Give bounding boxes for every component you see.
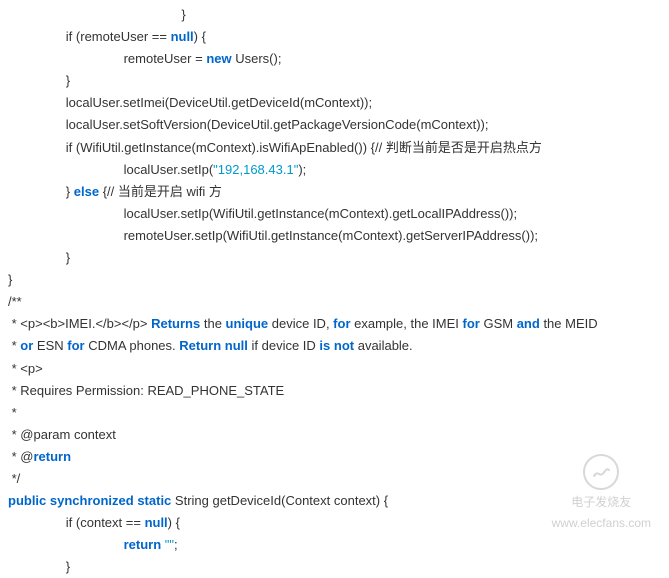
watermark-logo-icon [583,454,619,490]
code-line: } [8,556,661,578]
code-line: * [8,402,661,424]
code-line: } [8,70,661,92]
code-line: * or ESN for CDMA phones. Return null if… [8,335,661,357]
code-line: remoteUser = new Users(); [8,48,661,70]
code-line: } else {// 当前是开启 wifi 方 [8,181,661,203]
code-line: if (remoteUser == null) { [8,26,661,48]
code-line: localUser.setSoftVersion(DeviceUtil.getP… [8,114,661,136]
code-line: } [8,247,661,269]
watermark-url: www.elecfans.com [552,513,651,533]
code-line: localUser.setIp(WifiUtil.getInstance(mCo… [8,203,661,225]
code-line: return ""; [8,534,661,556]
code-line: * <p><b>IMEI.</b></p> Returns the unique… [8,313,661,335]
code-line: if (WifiUtil.getInstance(mContext).isWif… [8,137,661,159]
code-line: /** [8,291,661,313]
code-line: localUser.setIp("192,168.43.1"); [8,159,661,181]
code-line: remoteUser.setIp(WifiUtil.getInstance(mC… [8,225,661,247]
code-line: * Requires Permission: READ_PHONE_STATE [8,380,661,402]
watermark-site: 电子发烧友 [552,492,651,512]
watermark: 电子发烧友 www.elecfans.com [552,454,651,533]
code-line: } [8,4,661,26]
code-line: localUser.setImei(DeviceUtil.getDeviceId… [8,92,661,114]
code-line: } [8,269,661,291]
code-line: * <p> [8,358,661,380]
code-line: * @param context [8,424,661,446]
